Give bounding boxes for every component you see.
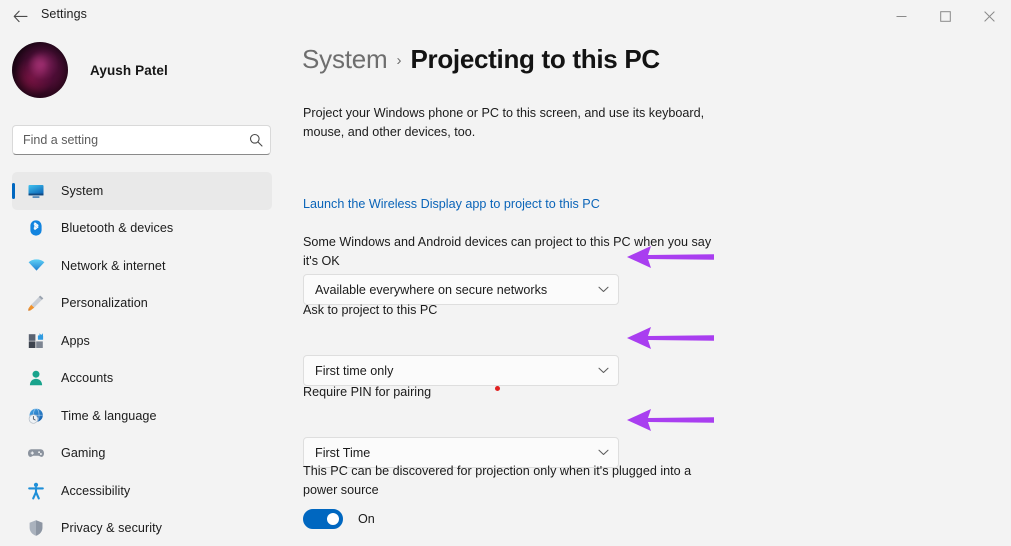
sidebar-item-label: Privacy & security	[61, 521, 162, 536]
ask-to-project-label: Ask to project to this PC	[303, 303, 438, 317]
power-source-toggle[interactable]	[303, 509, 343, 529]
user-avatar	[12, 42, 68, 98]
sidebar-nav: System Bluetooth & devices Network & int…	[12, 172, 272, 546]
maximize-button[interactable]	[923, 0, 967, 32]
sidebar-item-system[interactable]: System	[12, 172, 272, 210]
chevron-down-icon	[588, 286, 618, 293]
monitor-icon	[26, 181, 46, 201]
wifi-icon	[26, 256, 46, 276]
search-input[interactable]	[13, 126, 242, 154]
sidebar: Ayush Patel Find a setting System Blueto…	[0, 32, 288, 546]
launch-wireless-display-link[interactable]: Launch the Wireless Display app to proje…	[303, 197, 600, 211]
sidebar-item-accounts[interactable]: Accounts	[12, 360, 272, 398]
sidebar-item-network-internet[interactable]: Network & internet	[12, 247, 272, 285]
title-bar: Settings	[0, 0, 1011, 32]
sidebar-item-apps[interactable]: Apps	[12, 322, 272, 360]
sidebar-item-accessibility[interactable]: Accessibility	[12, 472, 272, 510]
sidebar-item-label: Apps	[61, 333, 90, 348]
sidebar-item-time-language[interactable]: Time & language	[12, 397, 272, 435]
sidebar-item-gaming[interactable]: Gaming	[12, 435, 272, 473]
power-source-toggle-row: On	[303, 509, 375, 529]
sidebar-item-label: System	[61, 183, 104, 198]
settings-window: Settings Ayush Patel Find a setting Syst…	[0, 0, 1011, 546]
power-source-toggle-state: On	[358, 512, 375, 526]
sidebar-item-personalization[interactable]: Personalization	[12, 285, 272, 323]
sidebar-item-label: Personalization	[61, 296, 148, 311]
sidebar-item-label: Network & internet	[61, 258, 166, 273]
sidebar-item-label: Gaming	[61, 446, 106, 461]
chevron-down-icon	[588, 367, 618, 374]
sidebar-item-label: Time & language	[61, 408, 157, 423]
close-button[interactable]	[967, 0, 1011, 32]
ask-to-project-dropdown[interactable]: First time only	[303, 355, 619, 386]
search-box[interactable]	[12, 125, 271, 155]
breadcrumb-parent[interactable]: System	[302, 44, 388, 75]
sidebar-item-label: Accessibility	[61, 483, 131, 498]
window-controls	[879, 0, 1011, 32]
bluetooth-icon	[26, 218, 46, 238]
accessibility-person-icon	[26, 481, 46, 501]
annotation-red-dot	[495, 386, 500, 391]
user-name: Ayush Patel	[90, 62, 168, 78]
power-source-label: This PC can be discovered for projection…	[303, 464, 692, 497]
chevron-right-icon: ›	[396, 52, 402, 69]
sidebar-item-label: Accounts	[61, 371, 114, 386]
window-title: Settings	[41, 7, 87, 21]
paintbrush-icon	[26, 293, 46, 313]
ask-to-project-value: First time only	[315, 363, 394, 378]
page-title: Projecting to this PC	[410, 44, 660, 74]
search-icon[interactable]	[242, 133, 270, 147]
person-icon	[26, 368, 46, 388]
page-description: Project your Windows phone or PC to this…	[303, 106, 705, 139]
back-button[interactable]	[8, 4, 32, 28]
toggle-knob	[327, 513, 339, 525]
clock-globe-icon	[26, 406, 46, 426]
apps-grid-icon	[26, 331, 46, 351]
breadcrumb: System › Projecting to this PC	[302, 44, 660, 75]
main-content: System › Projecting to this PC Project y…	[288, 32, 1011, 546]
require-pin-value: First Time	[315, 445, 371, 460]
availability-value: Available everywhere on secure networks	[315, 282, 548, 297]
availability-label: Some Windows and Android devices can pro…	[303, 235, 712, 268]
game-controller-icon	[26, 443, 46, 463]
shield-icon	[26, 518, 46, 538]
sidebar-item-label: Bluetooth & devices	[61, 221, 174, 236]
sidebar-item-bluetooth-devices[interactable]: Bluetooth & devices	[12, 210, 272, 248]
minimize-button[interactable]	[879, 0, 923, 32]
user-profile[interactable]: Ayush Patel	[12, 42, 168, 98]
chevron-down-icon	[588, 449, 618, 456]
require-pin-label: Require PIN for pairing	[303, 385, 432, 399]
sidebar-item-privacy-security[interactable]: Privacy & security	[12, 510, 272, 546]
